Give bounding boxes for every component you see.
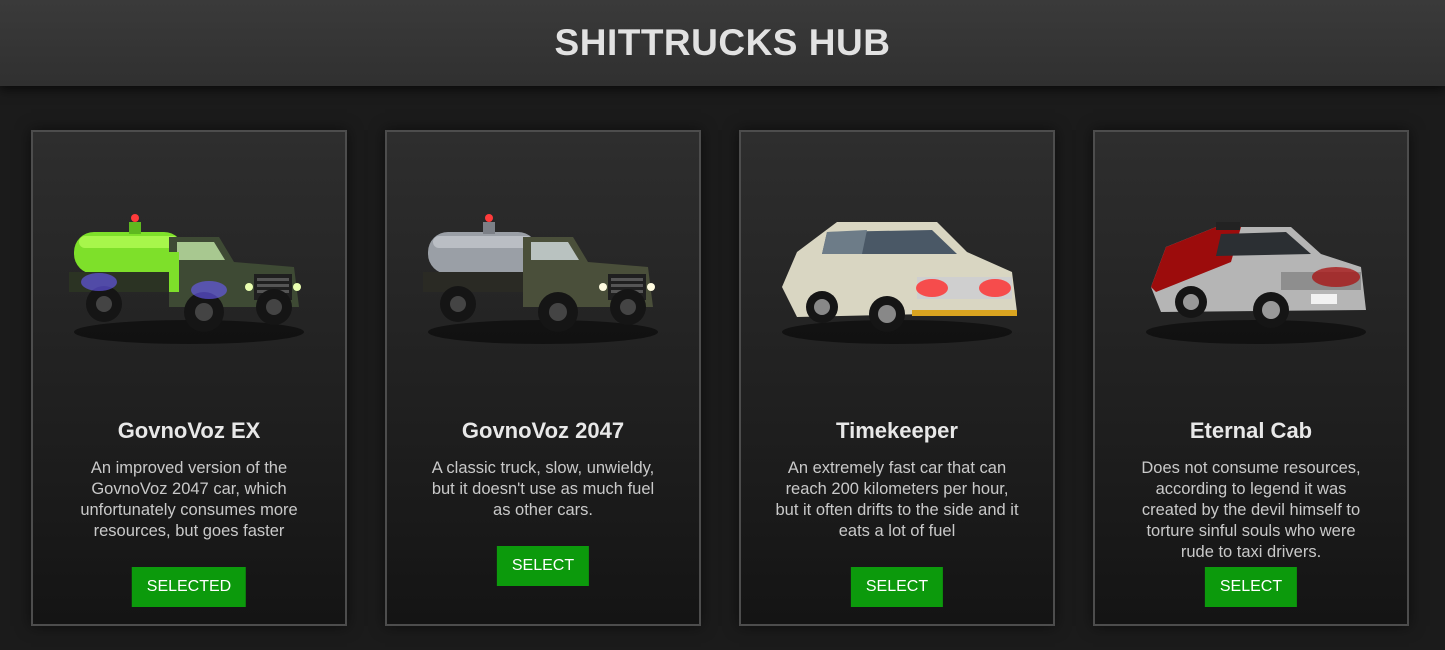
car-image-timekeeper <box>741 192 1053 362</box>
app-header: SHITTRUCKS HUB <box>0 0 1445 86</box>
car-description: A classic truck, slow, unwieldy, but it … <box>431 459 655 519</box>
car-card-govnovoz-ex: GovnoVoz EX An improved version of the G… <box>31 130 347 626</box>
car-image-govnovoz-ex <box>33 192 345 362</box>
selected-button[interactable]: SELECTED <box>131 567 247 607</box>
car-card-eternal-cab: Eternal Cab Does not consume resources, … <box>1093 130 1409 626</box>
select-button[interactable]: SELECT <box>496 546 590 586</box>
car-title: GovnoVoz EX <box>117 418 261 443</box>
select-button[interactable]: SELECT <box>1204 567 1298 607</box>
car-image-eternal-cab <box>1095 192 1407 362</box>
car-description: Does not consume resources, according to… <box>1141 459 1361 561</box>
select-button[interactable]: SELECT <box>850 567 944 607</box>
car-title: GovnoVoz 2047 <box>461 418 625 443</box>
car-card-timekeeper: Timekeeper An extremely fast car that ca… <box>739 130 1055 626</box>
car-description: An improved version of the GovnoVoz 2047… <box>80 459 298 540</box>
car-title: Eternal Cab <box>1189 418 1313 443</box>
car-card-govnovoz-2047: GovnoVoz 2047 A classic truck, slow, unw… <box>385 130 701 626</box>
car-title: Timekeeper <box>836 418 958 443</box>
car-description: An extremely fast car that can reach 200… <box>775 459 1019 540</box>
car-image-govnovoz-2047 <box>387 192 699 362</box>
page-title: SHITTRUCKS HUB <box>554 22 891 63</box>
